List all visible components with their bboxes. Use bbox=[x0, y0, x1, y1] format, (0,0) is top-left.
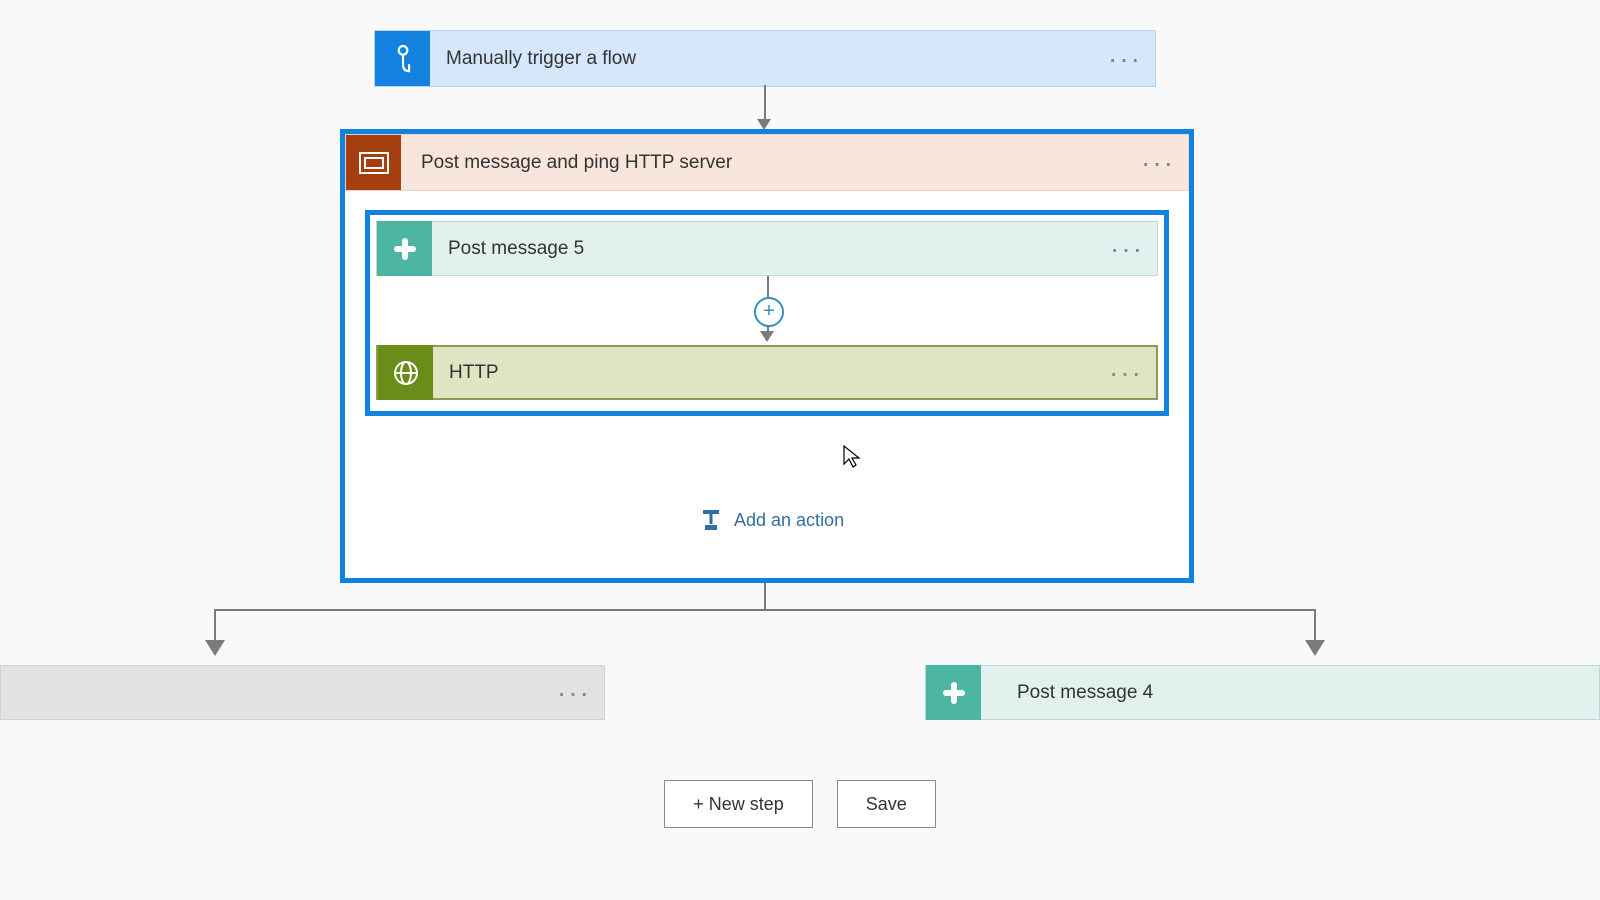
branch-left-card[interactable]: ··· bbox=[0, 665, 605, 720]
connector-line bbox=[214, 609, 1316, 611]
manual-trigger-icon bbox=[375, 31, 430, 86]
connector-line bbox=[764, 583, 766, 611]
scope-title: Post message and ping HTTP server bbox=[401, 152, 1128, 174]
trigger-card[interactable]: Manually trigger a flow ··· bbox=[374, 30, 1156, 87]
connector-line bbox=[764, 85, 766, 123]
arrow-down-icon bbox=[205, 640, 225, 656]
scope-icon bbox=[346, 135, 401, 190]
action-label: Post message 5 bbox=[432, 238, 1097, 260]
arrow-down-icon bbox=[1305, 640, 1325, 656]
action-http[interactable]: HTTP ··· bbox=[376, 345, 1158, 400]
add-action-button[interactable]: Add an action bbox=[700, 509, 844, 531]
arrow-down-icon bbox=[760, 331, 774, 342]
slack-icon bbox=[377, 221, 432, 276]
add-action-label: Add an action bbox=[734, 510, 844, 531]
action-label: HTTP bbox=[433, 362, 1096, 384]
cursor-icon bbox=[843, 445, 861, 469]
new-step-button[interactable]: + New step bbox=[664, 780, 813, 828]
scope-card[interactable]: Post message and ping HTTP server ··· Po… bbox=[340, 129, 1194, 583]
branch-left-menu-icon[interactable]: ··· bbox=[544, 677, 604, 709]
action-post-message-5[interactable]: Post message 5 ··· bbox=[376, 221, 1158, 276]
branch-right-card[interactable]: Post message 4 bbox=[925, 665, 1600, 720]
action-menu-icon[interactable]: ··· bbox=[1096, 357, 1156, 389]
http-globe-icon bbox=[378, 345, 433, 400]
trigger-label: Manually trigger a flow bbox=[430, 48, 1095, 70]
action-menu-icon[interactable]: ··· bbox=[1097, 233, 1157, 265]
branch-right-label: Post message 4 bbox=[981, 682, 1153, 704]
trigger-menu-icon[interactable]: ··· bbox=[1095, 43, 1155, 75]
scope-menu-icon[interactable]: ··· bbox=[1128, 147, 1188, 179]
scope-header[interactable]: Post message and ping HTTP server ··· bbox=[345, 134, 1189, 191]
slack-icon bbox=[926, 665, 981, 720]
add-action-icon bbox=[700, 509, 722, 531]
scope-body: Post message 5 ··· + HTTP ··· bbox=[365, 210, 1169, 416]
footer-buttons: + New step Save bbox=[0, 780, 1600, 828]
save-button[interactable]: Save bbox=[837, 780, 936, 828]
add-step-between[interactable]: + bbox=[754, 297, 784, 327]
